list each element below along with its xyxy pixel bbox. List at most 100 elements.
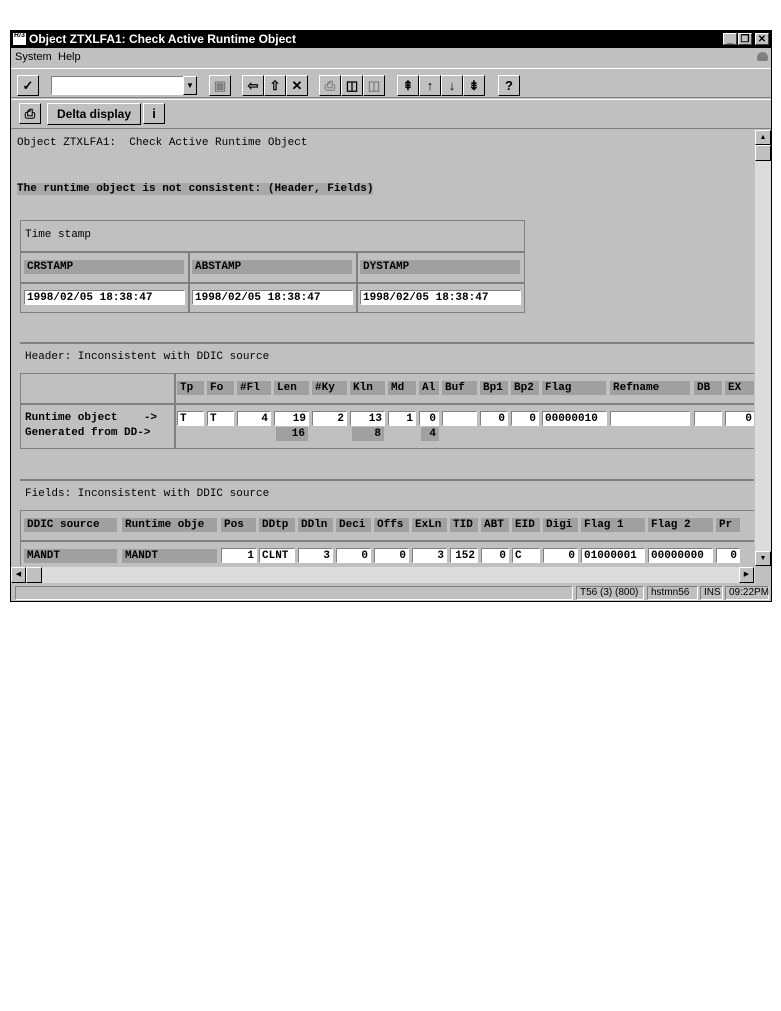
divider <box>20 342 754 344</box>
header-value-fo: T <box>207 411 234 426</box>
print-icon[interactable]: ⎙ <box>319 75 341 96</box>
header-value-md: 1 <box>388 411 416 426</box>
column-header: Refname <box>610 381 690 395</box>
title-bar: R/3 Object ZTXLFA1: Check Active Runtime… <box>11 31 771 48</box>
page-heading: Object ZTXLFA1: Check Active Runtime Obj… <box>17 137 308 149</box>
find-icon[interactable]: ◫ <box>341 75 363 96</box>
column-header: DDIC source <box>24 518 117 532</box>
scroll-thumb[interactable] <box>755 145 771 161</box>
header-value-kln: 13 <box>350 411 385 426</box>
scroll-up-icon[interactable]: ▲ <box>755 130 771 145</box>
vertical-scrollbar[interactable]: ▲ ▼ <box>755 130 771 566</box>
menu-help[interactable]: Help <box>58 49 81 66</box>
help-icon[interactable]: ? <box>498 75 520 96</box>
column-header: ExLn <box>412 518 447 532</box>
column-header: Kln <box>350 381 385 395</box>
field-flag1: 01000001 <box>581 548 645 563</box>
column-header: DB <box>694 381 722 395</box>
field-ddic-source: MANDT <box>24 549 117 563</box>
window-title: Object ZTXLFA1: Check Active Runtime Obj… <box>29 32 296 46</box>
status-system[interactable]: T56 (3) (800) <box>576 586 644 600</box>
header-value-ex: 0 <box>725 411 754 426</box>
next-page-icon[interactable]: ↓ <box>441 75 463 96</box>
check-icon[interactable]: ✓ <box>17 75 39 96</box>
previous-page-icon[interactable]: ↑ <box>419 75 441 96</box>
cancel-icon[interactable]: ✕ <box>286 75 308 96</box>
field-digi: 0 <box>543 548 578 563</box>
header-value-refname <box>610 411 690 426</box>
header-value-flag: 00000010 <box>542 411 607 426</box>
column-header: Bp1 <box>480 381 508 395</box>
hscroll-thumb[interactable] <box>26 567 42 583</box>
print-icon[interactable]: ⎙ <box>19 103 41 124</box>
field-eid: C <box>512 548 540 563</box>
column-header: Flag 2 <box>648 518 713 532</box>
maximize-button[interactable]: ❐ <box>738 33 752 45</box>
timestamp-title: Time stamp <box>25 229 92 241</box>
standard-toolbar: ✓ ▼ ▣ ⇦ ⇧ ✕ ⎙ ◫ ◫ ⇞ ↑ ↓ ⇟ ? <box>11 68 771 98</box>
application-toolbar: ⎙ Delta display i <box>11 99 771 129</box>
save-icon[interactable]: ▣ <box>209 75 231 96</box>
horizontal-scrollbar[interactable]: ◀ ▶ <box>11 567 755 583</box>
command-field[interactable] <box>51 76 185 95</box>
header-value-fl: 4 <box>237 411 271 426</box>
column-header: Pos <box>221 518 256 532</box>
report-content: Object ZTXLFA1: Check Active Runtime Obj… <box>12 130 754 566</box>
header-value-al: 0 <box>419 411 439 426</box>
field-exln: 3 <box>412 548 447 563</box>
divider <box>20 251 525 253</box>
find-next-icon[interactable]: ◫ <box>363 75 385 96</box>
scroll-down-icon[interactable]: ▼ <box>755 551 771 566</box>
header-value-bp1: 0 <box>480 411 508 426</box>
minimize-button[interactable]: _ <box>723 33 737 45</box>
menu-bar: System Help <box>11 49 771 66</box>
column-header: Runtime obje <box>122 518 217 532</box>
close-button[interactable]: ✕ <box>755 33 769 45</box>
divider <box>20 282 525 284</box>
info-icon[interactable]: i <box>143 103 165 124</box>
bell-icon[interactable] <box>757 52 768 61</box>
divider <box>20 540 754 542</box>
field-tid: 152 <box>450 548 478 563</box>
column-header: TID <box>450 518 478 532</box>
fields-section-title: Fields: Inconsistent with DDIC source <box>25 488 270 500</box>
first-page-icon[interactable]: ⇞ <box>397 75 419 96</box>
field-pr: 0 <box>716 548 740 563</box>
field-ddln: 3 <box>298 548 333 563</box>
generated-value-kln: 8 <box>352 427 384 441</box>
menu-system[interactable]: System <box>15 49 52 66</box>
column-header: #Fl <box>237 381 271 395</box>
field-ddtp: CLNT <box>259 548 295 563</box>
field-abt: 0 <box>481 548 509 563</box>
scroll-right-icon[interactable]: ▶ <box>739 567 754 583</box>
abstamp-value: 1998/02/05 18:38:47 <box>192 290 353 305</box>
crstamp-value: 1998/02/05 18:38:47 <box>24 290 185 305</box>
generated-value-len: 16 <box>276 427 308 441</box>
sap-system-icon[interactable]: R/3 <box>13 32 26 45</box>
generated-from-dd-label: Generated from DD-> <box>25 427 151 439</box>
header-section-title: Header: Inconsistent with DDIC source <box>25 351 270 363</box>
scroll-left-icon[interactable]: ◀ <box>11 567 26 583</box>
column-header: Flag 1 <box>581 518 645 532</box>
field-deci: 0 <box>336 548 371 563</box>
column-header: ABT <box>481 518 509 532</box>
back-icon[interactable]: ⇦ <box>242 75 264 96</box>
column-header: Deci <box>336 518 371 532</box>
field-offs: 0 <box>374 548 409 563</box>
status-mode[interactable]: INS <box>700 586 723 600</box>
column-header: CRSTAMP <box>24 260 184 274</box>
field-pos: 1 <box>221 548 257 563</box>
column-header: EID <box>512 518 540 532</box>
delta-display-button[interactable]: Delta display <box>47 103 141 125</box>
chevron-down-icon[interactable]: ▼ <box>183 76 197 95</box>
column-header: Tp <box>177 381 204 395</box>
column-header: Md <box>388 381 416 395</box>
header-value-len: 19 <box>274 411 309 426</box>
column-header: EX <box>725 381 754 395</box>
runtime-object-label: Runtime object -> <box>25 412 158 424</box>
exit-icon[interactable]: ⇧ <box>264 75 286 96</box>
last-page-icon[interactable]: ⇟ <box>463 75 485 96</box>
column-header: Offs <box>374 518 409 532</box>
column-header: Len <box>274 381 309 395</box>
header-value-db <box>694 411 722 426</box>
